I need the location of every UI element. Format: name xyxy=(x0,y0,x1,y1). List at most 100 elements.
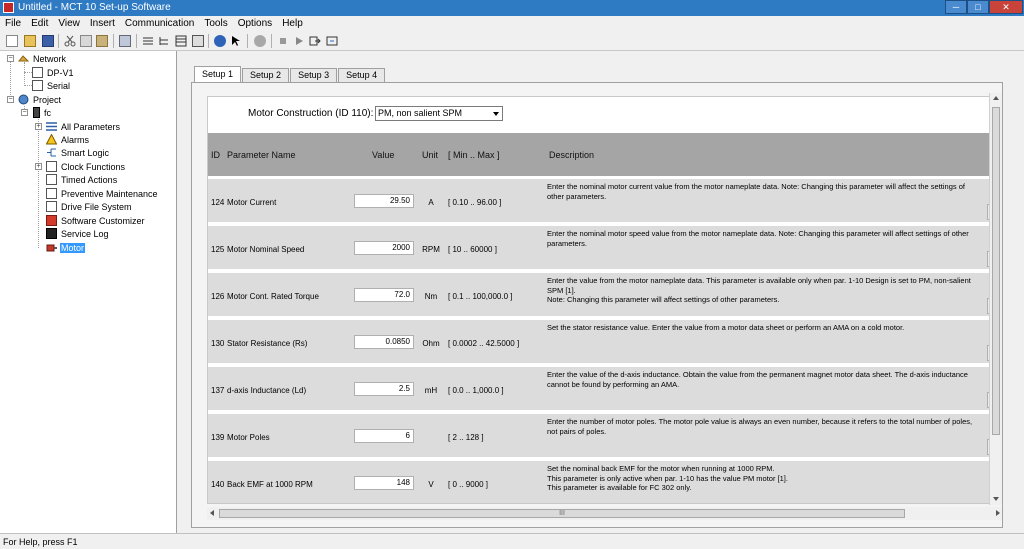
tree-node-drive-file-system[interactable]: Drive File System xyxy=(46,200,133,213)
row-value-input[interactable]: 29.50 xyxy=(354,194,414,208)
column-header-description: Description xyxy=(549,150,595,160)
vertical-scroll-thumb[interactable] xyxy=(992,107,1000,435)
maintenance-icon xyxy=(46,188,57,199)
row-parameter-name: Motor Current xyxy=(227,198,277,207)
customizer-icon xyxy=(46,215,57,226)
menu-insert[interactable]: Insert xyxy=(85,16,120,32)
menu-tools[interactable]: Tools xyxy=(199,16,232,32)
read-from-drive-icon[interactable] xyxy=(326,35,338,47)
tree-node-project[interactable]: Project xyxy=(18,93,62,106)
tree-node-smart-logic[interactable]: Smart Logic xyxy=(46,146,110,159)
tree-node-timed-actions[interactable]: Timed Actions xyxy=(46,173,118,186)
warning-icon xyxy=(45,133,58,145)
row-id: 126 xyxy=(211,292,225,301)
row-value-input[interactable]: 2000 xyxy=(354,241,414,255)
scroll-down-icon[interactable] xyxy=(993,497,999,501)
tree-node-motor[interactable]: Motor xyxy=(46,241,86,254)
copy-icon[interactable] xyxy=(80,35,92,47)
maximize-button[interactable]: □ xyxy=(967,0,989,14)
column-header-value: Value xyxy=(372,150,395,160)
toolbar-separator xyxy=(208,34,209,48)
tree-node-fc[interactable]: fc xyxy=(33,106,52,119)
menu-communication[interactable]: Communication xyxy=(120,16,199,32)
row-description: Set the nominal back EMF for the motor w… xyxy=(547,464,788,492)
row-value-input[interactable]: 0.0850 xyxy=(354,335,414,349)
clock-icon xyxy=(46,161,57,172)
vertical-scrollbar[interactable] xyxy=(989,93,1002,505)
new-icon[interactable] xyxy=(6,35,18,47)
menu-options[interactable]: Options xyxy=(233,16,277,32)
table-row: 124 Motor Current 29.50 A [ 0.10 .. 96.0… xyxy=(208,179,1001,222)
tree-node-dp-v1[interactable]: DP-V1 xyxy=(32,66,75,79)
collapse-network-toggle[interactable]: − xyxy=(7,55,14,62)
tree-node-all-parameters[interactable]: All Parameters xyxy=(46,120,121,133)
tree-node-alarms[interactable]: Alarms xyxy=(45,133,90,146)
row-unit: Ohm xyxy=(422,339,440,348)
row-parameter-name: Motor Poles xyxy=(227,433,270,442)
tree-node-clock-functions[interactable]: Clock Functions xyxy=(46,160,126,173)
project-icon xyxy=(18,94,29,105)
tree-node-network[interactable]: Network xyxy=(17,52,67,65)
scroll-left-icon[interactable] xyxy=(210,510,214,516)
menu-edit[interactable]: Edit xyxy=(26,16,53,32)
print-icon[interactable] xyxy=(119,35,131,47)
row-range: [ 10 .. 60000 ] xyxy=(448,245,497,254)
row-id: 124 xyxy=(211,198,225,207)
help-icon[interactable] xyxy=(214,35,226,47)
window-title: Untitled - MCT 10 Set-up Software xyxy=(18,2,171,13)
halt-icon[interactable] xyxy=(277,35,289,47)
row-value-input[interactable]: 72.0 xyxy=(354,288,414,302)
row-id: 139 xyxy=(211,433,225,442)
context-help-icon[interactable] xyxy=(231,35,243,47)
row-unit: mH xyxy=(424,386,438,395)
table-row: 125 Motor Nominal Speed 2000 RPM [ 10 ..… xyxy=(208,226,1001,269)
row-value-input[interactable]: 6 xyxy=(354,429,414,443)
toolbar-separator xyxy=(58,34,59,48)
tree-view-icon[interactable] xyxy=(158,35,170,47)
row-description: Enter the value of the d-axis inductance… xyxy=(547,370,968,389)
tree-node-serial[interactable]: Serial xyxy=(32,79,71,92)
scroll-up-icon[interactable] xyxy=(993,96,999,100)
play-icon[interactable] xyxy=(293,35,305,47)
menu-view[interactable]: View xyxy=(53,16,85,32)
tab-setup-3[interactable]: Setup 3 xyxy=(290,68,338,83)
stop-icon[interactable] xyxy=(254,35,266,47)
paste-icon[interactable] xyxy=(96,35,108,47)
open-folder-icon[interactable] xyxy=(24,35,36,47)
column-header-range: [ Min .. Max ] xyxy=(448,150,500,160)
menu-file[interactable]: File xyxy=(0,16,26,32)
expand-clock-functions-toggle[interactable]: + xyxy=(35,163,42,170)
row-id: 130 xyxy=(211,339,225,348)
close-button[interactable]: ✕ xyxy=(989,0,1023,14)
tab-setup-1[interactable]: Setup 1 xyxy=(194,66,242,83)
menu-help[interactable]: Help xyxy=(277,16,308,32)
minimize-button[interactable]: ─ xyxy=(945,0,967,14)
collapse-fc-toggle[interactable]: − xyxy=(21,109,28,116)
row-value-input[interactable]: 148 xyxy=(354,476,414,490)
tree-node-preventive-maintenance[interactable]: Preventive Maintenance xyxy=(46,187,159,200)
timed-actions-icon xyxy=(46,174,57,185)
table-row: 139 Motor Poles 6 [ 2 .. 128 ] Enter the… xyxy=(208,414,1001,457)
toolbar-separator xyxy=(247,34,248,48)
tab-setup-4[interactable]: Setup 4 xyxy=(338,68,386,83)
collapse-project-toggle[interactable]: − xyxy=(7,96,14,103)
row-unit: Nm xyxy=(424,292,438,301)
tab-setup-2[interactable]: Setup 2 xyxy=(242,68,290,83)
tree-node-software-customizer[interactable]: Software Customizer xyxy=(46,214,146,227)
write-to-drive-icon[interactable] xyxy=(309,35,321,47)
motor-construction-select[interactable]: PM, non salient SPM xyxy=(375,106,503,121)
list-icon[interactable] xyxy=(142,35,154,47)
tree-line xyxy=(38,119,39,248)
details-view-icon[interactable] xyxy=(175,35,187,47)
expand-all-parameters-toggle[interactable]: + xyxy=(35,123,42,130)
save-icon[interactable] xyxy=(42,35,54,47)
menu-bar: File Edit View Insert Communication Tool… xyxy=(0,16,1024,32)
grid-view-icon[interactable] xyxy=(192,35,204,47)
tree-node-service-log[interactable]: Service Log xyxy=(46,227,110,240)
horizontal-scroll-thumb[interactable]: III xyxy=(219,509,905,518)
scroll-right-icon[interactable] xyxy=(996,510,1000,516)
file-system-icon xyxy=(46,201,57,212)
horizontal-scrollbar[interactable]: III xyxy=(207,507,1002,520)
row-value-input[interactable]: 2.5 xyxy=(354,382,414,396)
cut-icon[interactable] xyxy=(64,35,76,47)
